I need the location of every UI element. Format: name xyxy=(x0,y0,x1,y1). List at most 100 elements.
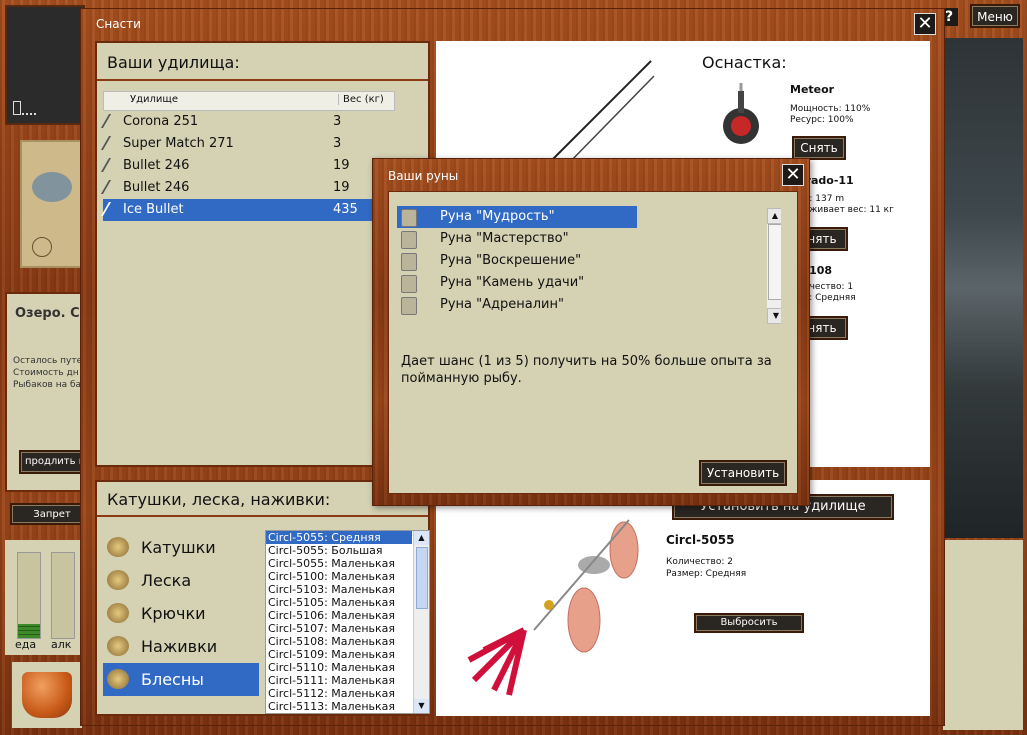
col-weight[interactable]: Вес (кг) xyxy=(338,94,384,105)
status-strip xyxy=(943,540,1023,730)
remove-reel-button[interactable]: Снять xyxy=(794,138,844,158)
category-item[interactable]: Крючки xyxy=(103,597,259,630)
scroll-down-arrow-icon[interactable]: ▼ xyxy=(767,308,781,324)
rod-icon xyxy=(100,158,126,172)
rune-label: Руна "Камень удачи" xyxy=(440,275,585,290)
rod-row[interactable]: Corona 251 3 xyxy=(100,111,419,133)
scroll-thumb[interactable] xyxy=(768,224,781,300)
category-label: Крючки xyxy=(141,604,206,623)
lure-list: Circl-5055: Средняя Circl-5055: Большая Ci… xyxy=(265,530,430,714)
rod-row[interactable]: Super Match 271 3 xyxy=(100,133,419,155)
category-item[interactable]: Леска xyxy=(103,564,259,597)
category-label: Наживки xyxy=(141,637,218,656)
rod-image xyxy=(536,51,656,171)
bait-icon xyxy=(107,636,129,656)
food-bar xyxy=(17,552,41,639)
close-window-button[interactable]: ✕ xyxy=(914,13,936,35)
lure-image xyxy=(454,510,654,700)
menu-button[interactable]: Меню xyxy=(972,6,1018,26)
rune-label: Руна "Адреналин" xyxy=(440,297,564,312)
rune-item[interactable]: Руна "Мастерство" xyxy=(397,228,637,250)
category-item[interactable]: Блесны xyxy=(103,663,259,696)
category-item[interactable]: Катушки xyxy=(103,531,259,564)
reel-resource: Ресурс: 100% xyxy=(790,115,854,125)
rods-header: Ваши удилища: xyxy=(107,53,240,72)
rod-name: Bullet 246 xyxy=(123,158,190,173)
lure-item[interactable]: Circl-5109: Маленькая xyxy=(266,648,412,661)
lure-item[interactable]: Circl-5106: Маленькая xyxy=(266,609,412,622)
alc-bar xyxy=(51,552,75,639)
lure-item[interactable]: Circl-5113: Маленькая xyxy=(266,700,412,713)
rod-weight: 435 xyxy=(333,202,358,217)
rune-item[interactable]: Руна "Камень удачи" xyxy=(397,272,637,294)
line-spool-icon xyxy=(107,570,129,590)
rods-table-header: Удилище Вес (кг) xyxy=(103,91,395,111)
rune-item[interactable]: Руна "Адреналин" xyxy=(397,294,637,316)
rod-name: Super Match 271 xyxy=(123,136,234,151)
lake-title: Озеро. С xyxy=(15,306,80,321)
lure-item[interactable]: Circl-5055: Маленькая xyxy=(266,557,412,570)
lure-item[interactable]: Circl-5100: Маленькая xyxy=(266,570,412,583)
lure-item[interactable]: Circl-5112: Маленькая xyxy=(266,687,412,700)
category-item[interactable]: Наживки xyxy=(103,630,259,663)
rod-name: Ice Bullet xyxy=(123,202,184,217)
rod-name: Bullet 246 xyxy=(123,180,190,195)
lure-name: Circl-5055 xyxy=(666,533,735,547)
scroll-up-arrow-icon[interactable]: ▲ xyxy=(414,531,429,545)
alc-label: алк xyxy=(51,638,72,651)
reel-name: Meteor xyxy=(790,83,835,96)
reel-power: Мощность: 110% xyxy=(790,104,871,114)
ice-rod-icon xyxy=(100,202,126,216)
food-bar-fill xyxy=(18,624,40,638)
categories-header: Катушки, леска, наживки: xyxy=(107,490,331,509)
close-runes-button[interactable]: ✕ xyxy=(782,164,804,186)
rod-weight: 19 xyxy=(333,158,350,173)
lure-qty: Количество: 2 xyxy=(666,557,733,567)
lure-item[interactable]: Circl-5055: Большая xyxy=(266,544,412,557)
lure-item[interactable]: Circl-5103: Маленькая xyxy=(266,583,412,596)
rune-item[interactable]: Руна "Мудрость" xyxy=(397,206,637,228)
phone-box xyxy=(5,5,85,125)
lure-item[interactable]: Circl-5111: Маленькая xyxy=(266,674,412,687)
bucket-icon[interactable] xyxy=(12,662,82,728)
discard-button[interactable]: Выбросить xyxy=(696,615,802,631)
category-list: Катушки Леска Крючки Наживки Блесны xyxy=(103,531,259,696)
info-fishermen: Рыбаков на ба xyxy=(13,380,82,390)
tackle-header: Оснастка: xyxy=(702,53,787,72)
lure-item[interactable]: Circl-5108: Маленькая xyxy=(266,635,412,648)
lake-info-panel: Озеро. С Осталось путе Стоимость дн Рыба… xyxy=(5,292,85,492)
lure-item[interactable]: Circl-5055: Средняя xyxy=(266,531,412,544)
info-daily-cost: Стоимость дн xyxy=(13,368,79,378)
lure-item[interactable]: Circl-5107: Маленькая xyxy=(266,622,412,635)
rune-stone-icon xyxy=(401,275,417,293)
reel-icon xyxy=(723,83,759,144)
float-rod-icon xyxy=(100,136,126,150)
category-label: Блесны xyxy=(141,670,204,689)
signal-icon xyxy=(22,109,36,115)
rod-weight: 3 xyxy=(333,114,342,129)
lure-item[interactable]: Circl-5110: Маленькая xyxy=(266,661,412,674)
col-rod-name[interactable]: Удилище xyxy=(130,94,178,105)
rod-weight: 19 xyxy=(333,180,350,195)
categories-panel: Катушки, леска, наживки: Катушки Леска К… xyxy=(95,480,430,716)
runes-scrollbar[interactable]: ▲ ▼ xyxy=(767,208,781,324)
scroll-thumb[interactable] xyxy=(416,547,428,609)
scroll-up-arrow-icon[interactable]: ▲ xyxy=(767,208,781,224)
compass-icon xyxy=(32,237,52,257)
scroll-down-arrow-icon[interactable]: ▼ xyxy=(414,699,429,713)
info-remaining: Осталось путе xyxy=(13,356,83,366)
rune-label: Руна "Воскрешение" xyxy=(440,253,582,268)
extend-trip-button[interactable]: продлить пут xyxy=(21,452,83,472)
rune-label: Руна "Мудрость" xyxy=(440,209,555,224)
rod-weight: 3 xyxy=(333,136,342,151)
rune-description: Дает шанс (1 из 5) получить на 50% больш… xyxy=(401,354,772,386)
rune-item[interactable]: Руна "Воскрешение" xyxy=(397,250,637,272)
food-label: еда xyxy=(15,638,37,651)
runes-title: Ваши руны xyxy=(388,169,459,183)
runes-list: Руна "Мудрость" Руна "Мастерство" Руна "… xyxy=(397,206,781,324)
lure-item[interactable]: Circl-5105: Маленькая xyxy=(266,596,412,609)
lure-scrollbar[interactable]: ▲ ▼ xyxy=(413,531,429,713)
install-rune-button[interactable]: Установить xyxy=(701,462,785,484)
map-scroll[interactable] xyxy=(20,140,82,268)
spinner-lure-icon xyxy=(467,519,639,696)
